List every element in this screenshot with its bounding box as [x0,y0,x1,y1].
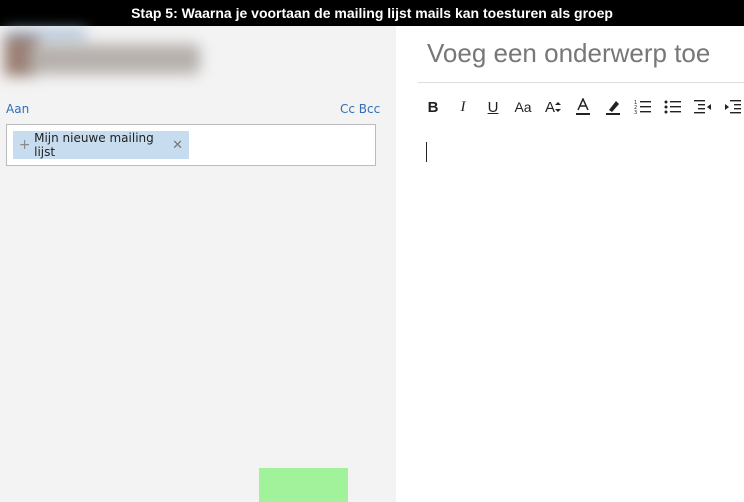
cc-bcc-link[interactable]: Cc Bcc [340,102,380,116]
text-caret[interactable] [426,142,427,162]
underline-icon[interactable]: U [478,94,508,120]
increase-indent-icon[interactable] [718,94,744,120]
recipient-chip-label: Mijn nieuwe mailing lijst [34,131,154,159]
italic-icon[interactable]: I [448,94,478,120]
bold-icon[interactable]: B [418,94,448,120]
instruction-banner: Stap 5: Waarna je voortaan de mailing li… [0,0,744,26]
svg-text:3: 3 [634,110,637,115]
compose-recipients-pane: Aan Cc Bcc + Mijn nieuwe mailing lijst ✕ [0,26,396,502]
decrease-indent-icon[interactable] [688,94,718,120]
highlight-icon[interactable] [598,94,628,120]
to-field[interactable]: + Mijn nieuwe mailing lijst ✕ [6,124,376,166]
numbered-list-icon[interactable]: 123 [628,94,658,120]
to-label[interactable]: Aan [6,102,29,116]
font-size-icon[interactable]: Aa [508,94,538,120]
highlight-overlay [259,468,348,502]
blurred-sender-area [0,30,220,92]
recipient-chip[interactable]: + Mijn nieuwe mailing lijst ✕ [13,131,189,159]
grow-font-icon[interactable]: A [538,94,568,120]
bullet-list-icon[interactable] [658,94,688,120]
close-icon[interactable]: ✕ [172,138,183,153]
font-color-icon[interactable] [568,94,598,120]
divider [418,82,744,83]
format-toolbar: B I U Aa A 123 [418,94,744,120]
compose-body-pane: Voeg een onderwerp toe B I U Aa A 123 [396,26,744,502]
plus-icon[interactable]: + [15,137,34,153]
subject-input[interactable]: Voeg een onderwerp toe [427,38,710,69]
